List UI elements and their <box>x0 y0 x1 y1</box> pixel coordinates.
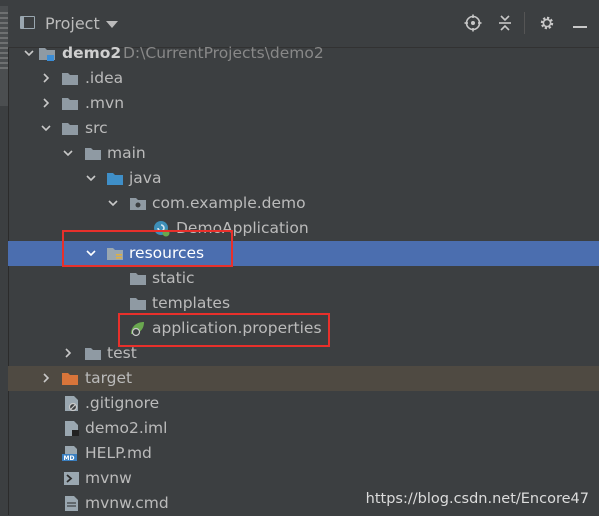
tree-label: HELP.md <box>85 444 152 462</box>
tree-label: mvnw.cmd <box>85 494 169 512</box>
header-separator <box>524 12 525 34</box>
package-icon <box>130 198 146 210</box>
highlight-box-application-properties <box>118 313 330 347</box>
folder-icon <box>130 273 146 285</box>
chevron-right-icon[interactable] <box>39 366 53 391</box>
folder-icon <box>62 98 78 110</box>
tree-label: target <box>85 369 133 387</box>
folder-icon <box>130 298 146 310</box>
tree-label: mvnw <box>85 469 132 487</box>
folder-icon <box>62 73 78 85</box>
gear-icon[interactable] <box>538 14 556 32</box>
excluded-folder-icon <box>62 373 78 385</box>
module-folder-icon <box>39 48 55 61</box>
folder-icon <box>85 348 101 360</box>
tree-row-target[interactable]: target <box>8 366 599 391</box>
folder-icon <box>85 148 101 160</box>
chevron-right-icon[interactable] <box>61 341 75 366</box>
tree-row-mvn[interactable]: .mvn <box>8 91 599 116</box>
hide-icon[interactable] <box>571 14 589 32</box>
chevron-down-icon[interactable] <box>106 191 120 216</box>
tree-label: static <box>152 269 195 287</box>
watermark-text: https://blog.csdn.net/Encore47 <box>365 491 589 507</box>
module-path: D:\CurrentProjects\demo2 <box>123 44 324 62</box>
highlight-box-resources <box>62 230 233 267</box>
svg-text:MD: MD <box>64 455 75 462</box>
chevron-down-icon[interactable] <box>22 41 36 66</box>
project-tree[interactable]: demo2 D:\CurrentProjects\demo2 .idea .mv… <box>8 41 599 516</box>
chevron-right-icon[interactable] <box>39 66 53 91</box>
tree-label: src <box>85 119 108 137</box>
tree-row-idea[interactable]: .idea <box>8 66 599 91</box>
tree-label: demo2 <box>62 44 122 62</box>
tree-row-src[interactable]: src <box>8 116 599 141</box>
tree-label: demo2.iml <box>85 419 168 437</box>
tree-row-mvnw[interactable]: mvnw <box>8 466 599 491</box>
tree-label: .gitignore <box>85 394 160 412</box>
file-icon <box>65 496 78 511</box>
chevron-down-icon[interactable] <box>106 21 118 28</box>
shell-file-icon <box>64 472 79 485</box>
project-tool-window-tab[interactable] <box>0 6 8 106</box>
chevron-down-icon[interactable] <box>39 116 53 141</box>
tree-row-demo2[interactable]: demo2 D:\CurrentProjects\demo2 <box>8 41 599 66</box>
chevron-down-icon[interactable] <box>84 166 98 191</box>
chevron-right-icon[interactable] <box>39 91 53 116</box>
tree-row-main[interactable]: main <box>8 141 599 166</box>
tree-label: com.example.demo <box>152 194 306 212</box>
markdown-file-icon: MD <box>62 446 77 462</box>
tree-row-java[interactable]: java <box>8 166 599 191</box>
tree-row-package[interactable]: com.example.demo <box>8 191 599 216</box>
tree-label: main <box>107 144 146 162</box>
project-icon <box>20 16 35 29</box>
tree-label: .mvn <box>85 94 125 112</box>
tree-row-demo2-iml[interactable]: demo2.iml <box>8 416 599 441</box>
panel-title[interactable]: Project <box>45 14 100 33</box>
tree-row-gitignore[interactable]: .gitignore <box>8 391 599 416</box>
iml-file-icon <box>65 421 79 436</box>
chevron-down-icon[interactable] <box>61 141 75 166</box>
tree-label: java <box>129 169 162 187</box>
folder-icon <box>62 123 78 135</box>
gitignore-file-icon <box>65 396 78 412</box>
collapse-all-icon[interactable] <box>496 14 514 32</box>
tree-row-help-md[interactable]: MD HELP.md <box>8 441 599 466</box>
source-folder-icon <box>107 173 123 185</box>
locate-icon[interactable] <box>464 14 482 32</box>
tree-label: .idea <box>85 69 124 87</box>
tree-row-static[interactable]: static <box>8 266 599 291</box>
